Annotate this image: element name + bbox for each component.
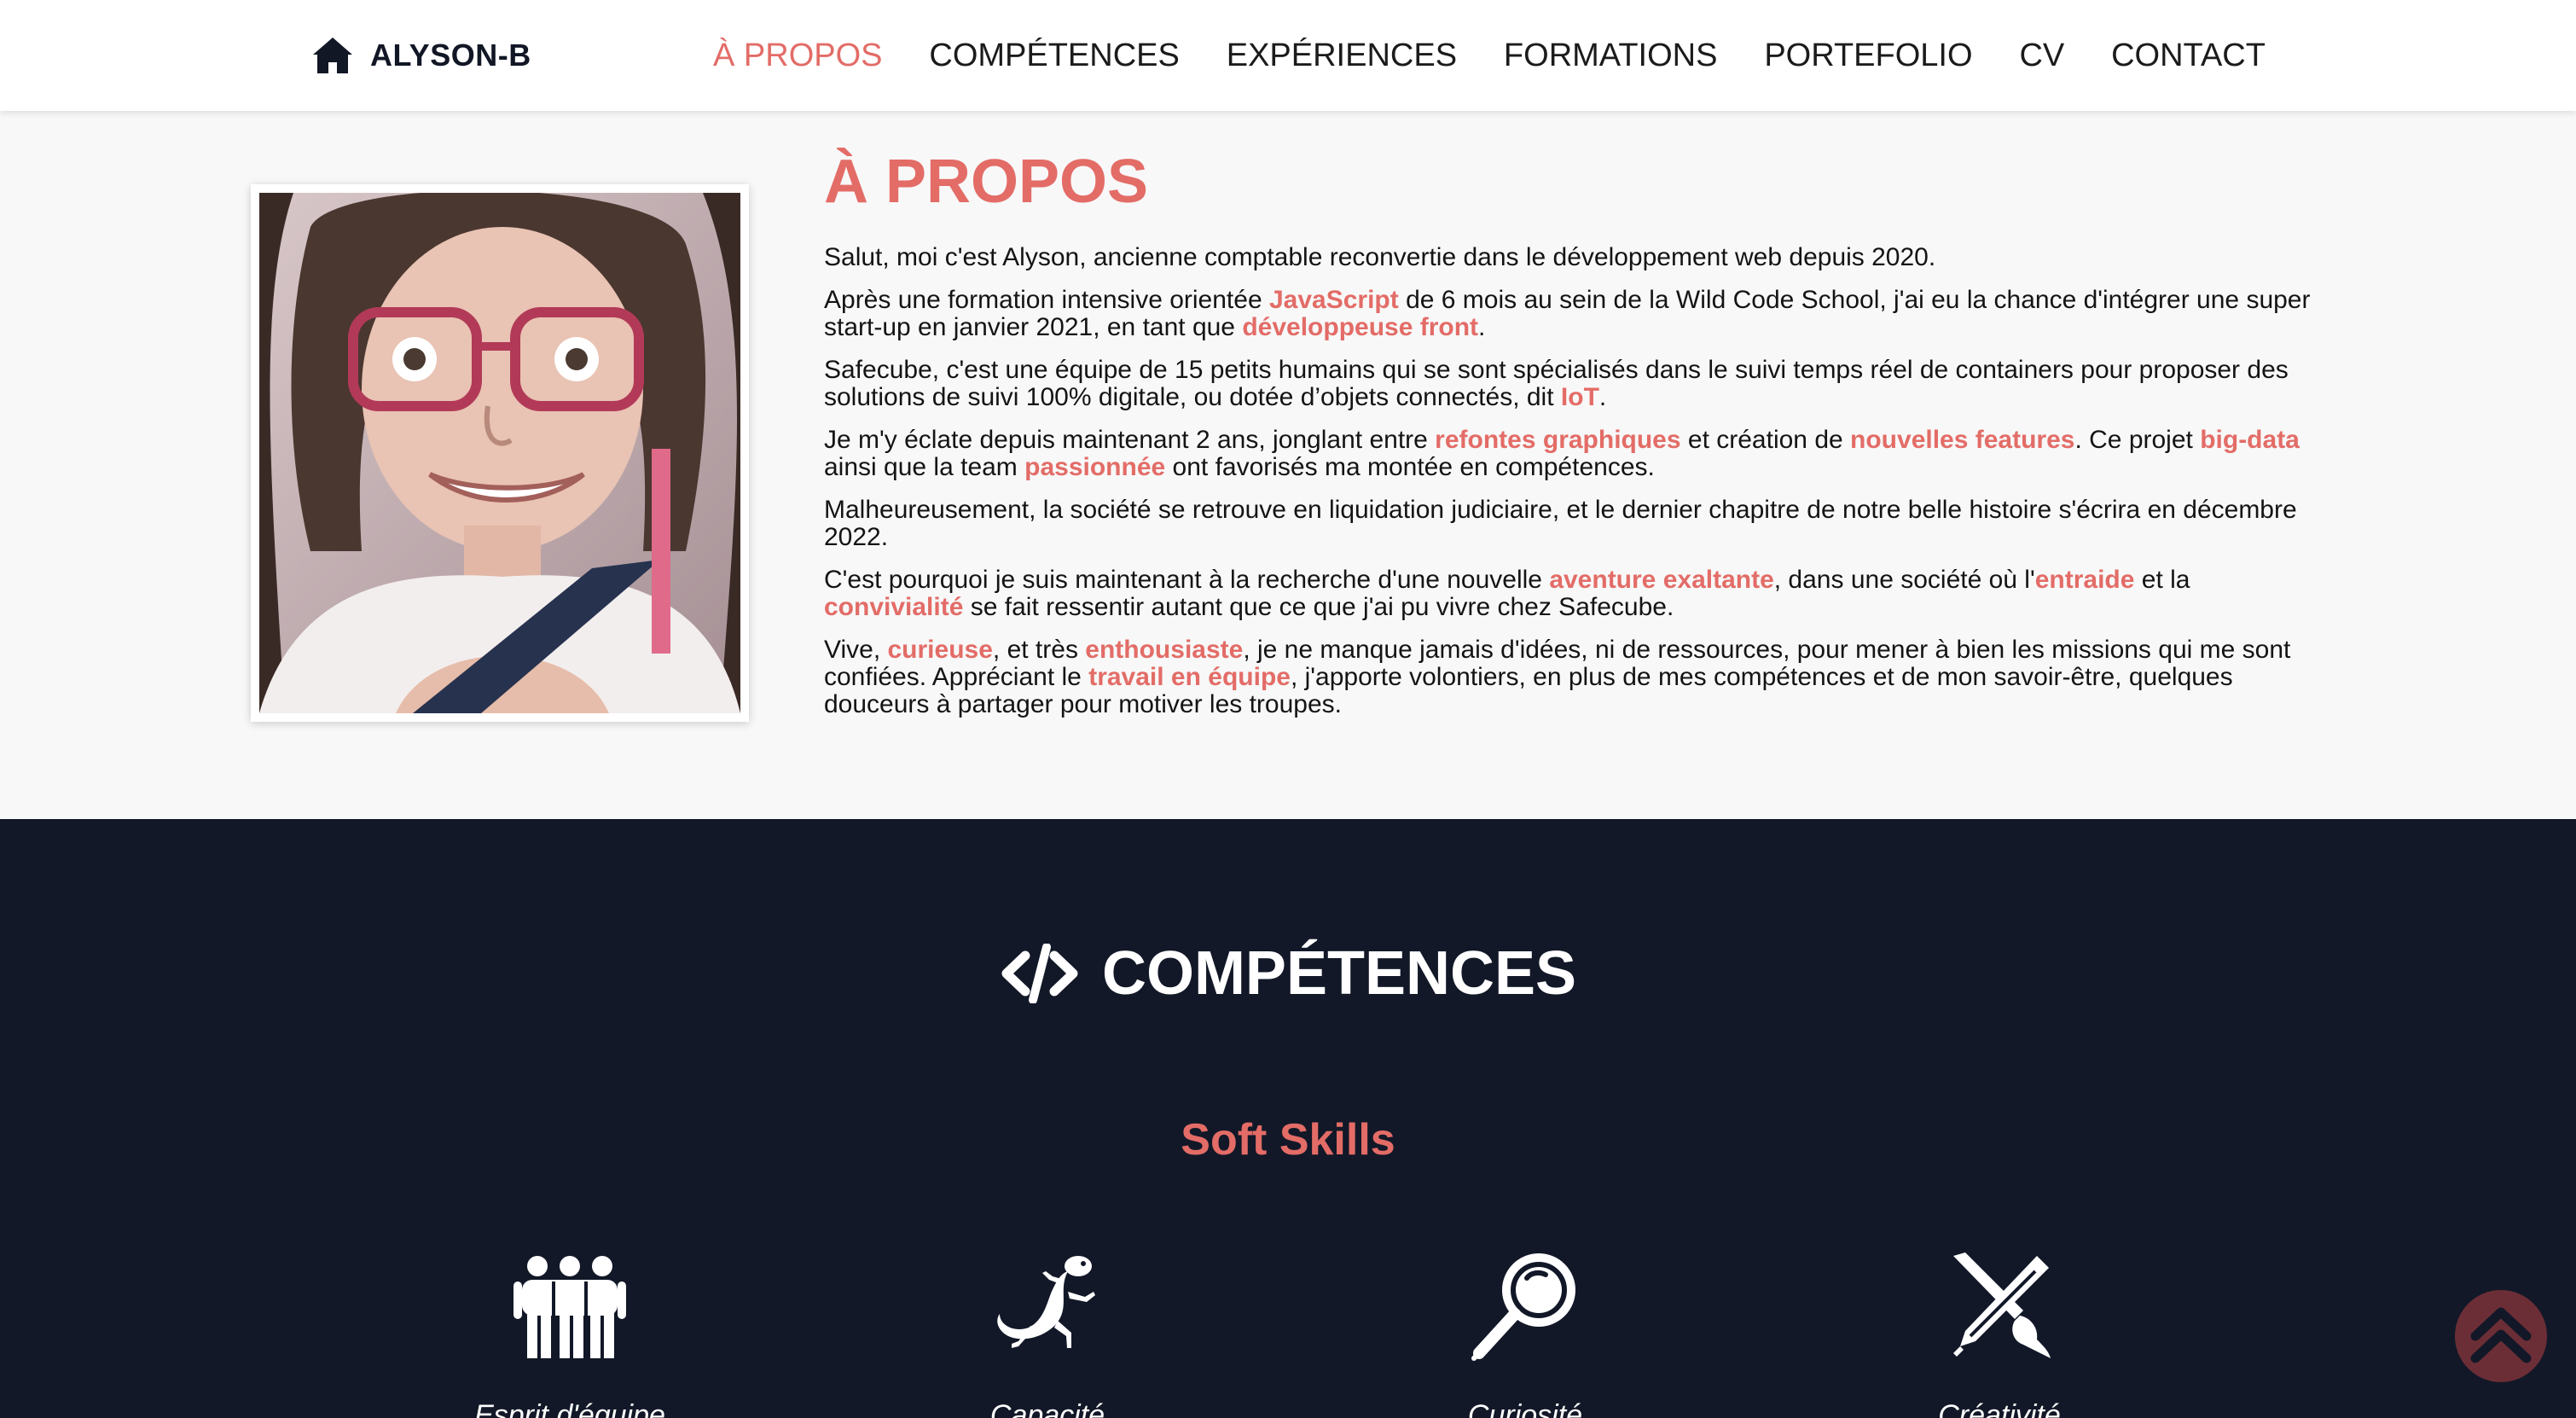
team-icon [513, 1256, 626, 1358]
skills-section: COMPÉTENCES Soft Skills Esprit d'équipe [0, 819, 2576, 1418]
profile-photo [259, 193, 740, 713]
about-title: À PROPOS [824, 148, 1149, 216]
home-icon [313, 38, 352, 73]
highlight-entraide: entraide [2034, 566, 2135, 594]
highlight-javascript: JavaScript [1268, 286, 1399, 314]
highlight-nouvelles-features: nouvelles features [1850, 426, 2075, 454]
highlight-big-data: big-data [2200, 426, 2300, 454]
skill-label: Curiosité [1467, 1399, 1583, 1418]
highlight-refontes-graphiques: refontes graphiques [1435, 426, 1681, 454]
highlight-convivialite: convivialité [824, 593, 964, 621]
highlight-enthousiaste: enthousiaste [1085, 636, 1244, 664]
highlight-developpeuse-front: développeuse front [1242, 313, 1479, 341]
top-navbar: ALYSON-B À PROPOS COMPÉTENCES EXPÉRIENCE… [0, 0, 2576, 111]
pencil-brush-icon [1953, 1252, 2051, 1358]
skill-card-capacite: Capacité [920, 1247, 1175, 1418]
nav-item-experiences[interactable]: EXPÉRIENCES [1227, 38, 1457, 74]
skill-label: Créativité [1938, 1399, 2061, 1418]
scroll-to-top-button[interactable] [2455, 1290, 2547, 1382]
profile-photo-frame [251, 184, 749, 722]
about-paragraph: Vive, curieuse, et très enthousiaste, je… [824, 636, 2291, 718]
skills-heading: COMPÉTENCES [0, 939, 2576, 1008]
nav-item-contact[interactable]: CONTACT [2111, 38, 2266, 74]
highlight-iot: IoT [1560, 383, 1599, 411]
main-nav: À PROPOS COMPÉTENCES EXPÉRIENCES FORMATI… [713, 0, 2266, 111]
nav-item-cv[interactable]: CV [2019, 38, 2064, 74]
nav-item-competences[interactable]: COMPÉTENCES [929, 38, 1179, 74]
highlight-aventure-exaltante: aventure exaltante [1549, 566, 1774, 594]
nav-item-formations[interactable]: FORMATIONS [1504, 38, 1718, 74]
lizard-icon [997, 1256, 1095, 1348]
about-paragraph: Après une formation intensive orientée J… [824, 286, 2311, 341]
about-paragraph: Je m'y éclate depuis maintenant 2 ans, j… [824, 426, 2300, 481]
about-section: À PROPOS Salut, moi c'est Alyson, ancien… [0, 111, 2576, 819]
brand-link[interactable]: ALYSON-B [310, 32, 531, 78]
brand-label: ALYSON-B [370, 38, 531, 73]
highlight-curieuse: curieuse [887, 636, 993, 664]
double-chevron-up-icon [2470, 1307, 2532, 1363]
magnifier-icon [1471, 1253, 1575, 1361]
skill-card-creativite: Créativité [1871, 1247, 2127, 1418]
nav-item-a-propos[interactable]: À PROPOS [713, 38, 883, 74]
nav-item-portefolio[interactable]: PORTEFOLIO [1764, 38, 1972, 74]
about-paragraph: Safecube, c'est une équipe de 15 petits … [824, 356, 2289, 411]
skill-card-curiosite: Curiosité [1397, 1247, 1653, 1418]
skill-label: Capacité [989, 1399, 1105, 1418]
about-text: Salut, moi c'est Alyson, ancienne compta… [824, 244, 2317, 734]
about-paragraph: Malheureusement, la société se retrouve … [824, 496, 2297, 551]
code-icon [1001, 944, 1078, 1003]
soft-skills-title: Soft Skills [1181, 1115, 1395, 1165]
skill-card-team: Esprit d'équipe [442, 1247, 698, 1418]
about-paragraph: Salut, moi c'est Alyson, ancienne compta… [824, 243, 1936, 271]
about-paragraph: C'est pourquoi je suis maintenant à la r… [824, 566, 2190, 621]
skill-label: Esprit d'équipe [474, 1399, 665, 1418]
skills-title: COMPÉTENCES [1101, 939, 1577, 1008]
highlight-travail-en-equipe: travail en équipe [1088, 663, 1291, 691]
highlight-passionnee: passionnée [1024, 453, 1166, 481]
